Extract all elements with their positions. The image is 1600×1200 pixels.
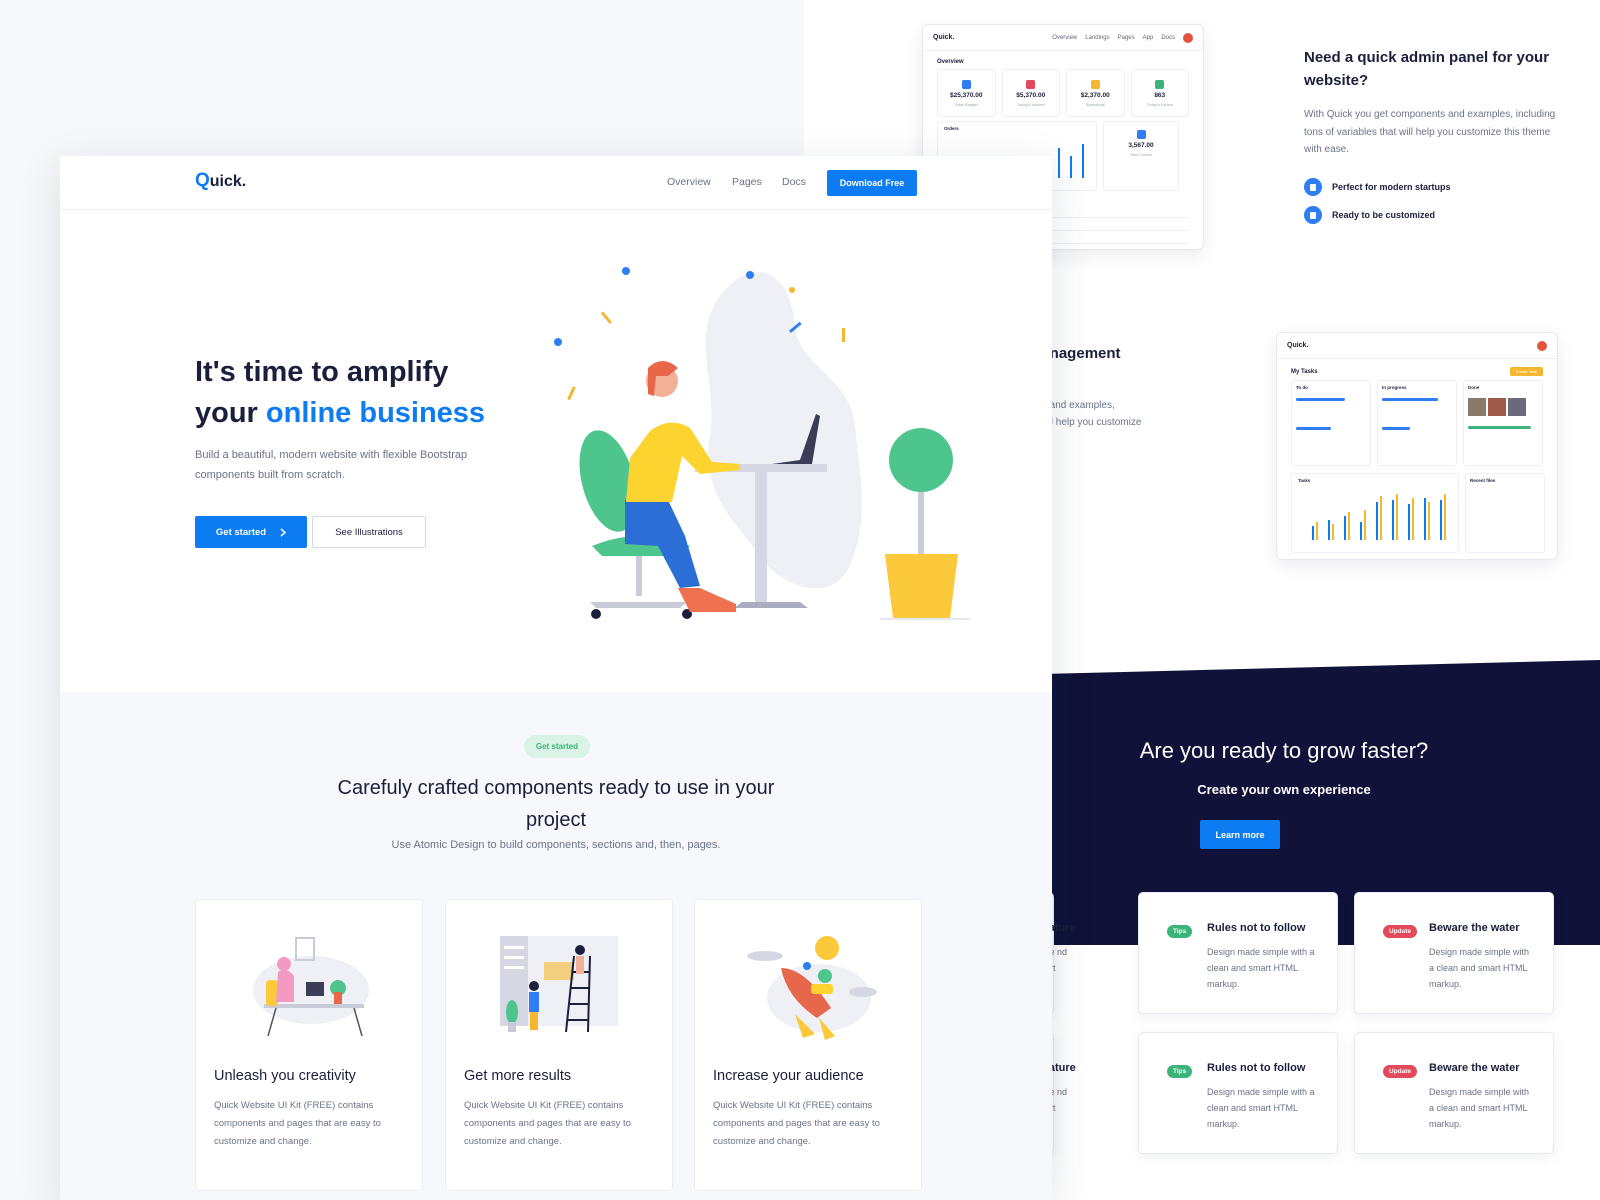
bullet-label: Perfect for modern startups [1332,182,1451,192]
preview-title: Overview [937,59,964,65]
tip-title: Beware the water [1429,1062,1520,1074]
admin-feature-heading: Need a quick admin panel for your websit… [1304,49,1550,90]
tip-title: Rules not to follow [1207,922,1306,934]
download-free-button[interactable]: Download Free [827,170,917,196]
tasks-preview: Quick. My Tasks Create Task To do In pro… [1276,332,1558,560]
tasks-mini-chart: Tasks [1291,473,1459,553]
management-text-line: ents and examples, [1028,400,1115,411]
tips-badge: Tips [1167,925,1193,938]
preview-nav-item: Docs [1161,34,1175,41]
team-ladder-illustration [500,936,618,1033]
preview-nav-item: Pages [1117,34,1135,41]
tip-card: Update Beware the water Design made simp… [1354,1032,1554,1154]
brand-logo[interactable]: Quick. [195,170,246,192]
preview-logo: Quick. [933,34,955,41]
stat-card: $5,370.00 Today's Income [1001,69,1060,117]
orders-label: Orders [944,126,959,131]
preview-nav-item: App [1142,34,1154,41]
stat-card: 863 Today's Orders [1130,69,1189,117]
section-subheading: Use Atomic Design to build components, s… [391,839,721,851]
cta-heading: Are you ready to grow faster? [1139,738,1429,763]
document-icon [1304,178,1322,196]
admin-feature-text: With Quick you get components and exampl… [1304,109,1556,155]
avatar [1183,32,1193,43]
create-task-button[interactable]: Create Task [1509,367,1543,376]
tip-card: Tips Rules not to follow Design made sim… [1138,892,1338,1014]
nav-link-overview[interactable]: Overview [667,176,711,188]
feature-bullet: Perfect for modern startups [1304,178,1451,196]
components-section: Get started Carefuly crafted components … [60,692,1052,1200]
section-heading: Carefuly crafted components ready to use… [337,777,775,831]
total-orders-card: 3,567.00 Total Orders [1103,121,1179,191]
cta-subheading: Create your own experience [1197,782,1371,797]
hero-title: It's time to amplify your online busines… [195,356,486,429]
top-navbar: Quick. Overview Pages Docs Download Free [60,156,1052,210]
task-column: Done [1463,380,1543,466]
preview-nav: Quick. [1277,333,1557,359]
avatar [1537,340,1547,351]
card-title: Increase your audience [713,1068,864,1084]
hero-text: Build a beautiful, modern website with f… [195,449,468,482]
card-text: Quick Website UI Kit (FREE) contains com… [713,1100,880,1148]
button-label: Get started [215,526,267,538]
update-badge: Update [1383,925,1418,938]
rocket-launch-illustration [747,936,877,1040]
task-column: To do [1291,380,1371,466]
tasks-title: My Tasks [1291,368,1318,375]
preview-nav: Quick. Overview Landings Pages App Docs [923,25,1203,51]
tips-badge: Tips [1167,1065,1193,1078]
feature-card: Increase your audience Quick Website UI … [694,899,922,1191]
get-started-pill: Get started [524,735,590,758]
bullet-label: Ready to be customized [1332,210,1436,220]
tip-text: Design made simple with a clean and smar… [1429,947,1530,989]
preview-nav-item: Overview [1052,34,1078,41]
card-text: Quick Website UI Kit (FREE) contains com… [464,1100,631,1148]
recent-files-card: Recent files [1465,473,1545,553]
get-started-button[interactable]: Get started [195,516,307,548]
feature-card: Unleash you creativity Quick Website UI … [195,899,423,1191]
tip-card: Tips Rules not to follow Design made sim… [1138,1032,1338,1154]
card-text: Quick Website UI Kit (FREE) contains com… [214,1100,381,1148]
tip-text: Design made simple with a clean and smar… [1207,1087,1315,1129]
card-title: Unleash you creativity [214,1068,356,1084]
feature-bullet: Ready to be customized [1304,206,1435,224]
stat-card: $25,370.00 Stats Budget [937,69,996,117]
update-badge: Update [1383,1065,1418,1078]
store-icon [1304,206,1322,224]
tip-card: Update Beware the water Design made simp… [1354,892,1554,1014]
nav-link-docs[interactable]: Docs [782,176,806,188]
preview-logo: Quick. [1287,342,1309,349]
management-text-line: at will help you customize [1028,417,1142,428]
feature-card: Get more results Quick Website UI Kit (F… [445,899,673,1191]
card-title: Get more results [464,1068,572,1084]
woman-at-computer-illustration [253,937,369,1037]
tip-text: Design made simple with a clean and smar… [1207,947,1315,989]
person-at-desk-illustration [554,267,970,620]
tip-text: Design made simple with a clean and smar… [1429,1087,1530,1129]
management-heading: management [1028,345,1121,362]
landing-page: Quick. Overview Pages Docs Download Free… [60,156,1052,1200]
tip-title: Beware the water [1429,922,1520,934]
preview-nav-item: Landings [1085,34,1110,41]
learn-more-button[interactable]: Learn more [1200,820,1280,849]
see-illustrations-button[interactable]: See Illustrations [312,516,426,548]
chevron-right-icon [280,527,287,537]
task-column: In progress [1377,380,1457,466]
stat-card: $2,370.00 Spendings [1066,69,1125,117]
nav-link-pages[interactable]: Pages [732,176,762,188]
tip-title: Rules not to follow [1207,1062,1306,1074]
